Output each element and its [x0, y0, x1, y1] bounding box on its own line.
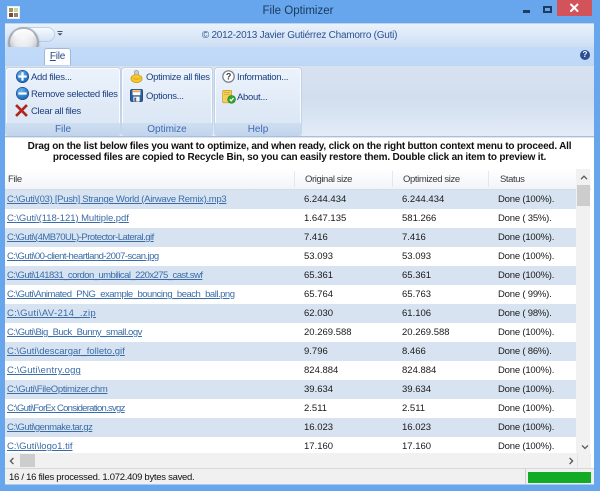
svg-text:?: ? — [226, 72, 231, 82]
